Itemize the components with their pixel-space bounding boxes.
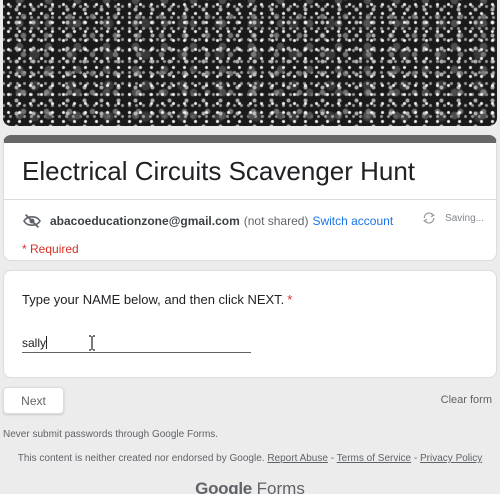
eye-off-icon [23, 213, 41, 229]
footer-separator: - [327, 453, 337, 464]
logo-forms-text: Forms [256, 479, 305, 494]
next-button[interactable]: Next [3, 387, 64, 414]
question-label: Type your NAME below, and then click NEX… [22, 292, 292, 307]
question-text: Type your NAME below, and then click NEX… [22, 292, 285, 307]
disclaimer-text: This content is neither created nor endo… [17, 453, 265, 464]
name-answer-input[interactable]: sally [22, 331, 251, 353]
password-warning: Never submit passwords through Google Fo… [3, 429, 219, 440]
footer-separator: - [411, 453, 421, 464]
terms-of-service-link[interactable]: Terms of Service [337, 453, 411, 464]
required-star: * [287, 292, 293, 307]
divider [4, 199, 496, 200]
required-note: * Required [22, 242, 79, 256]
account-row: abacoeducationzone@gmail.com (not shared… [22, 211, 484, 231]
not-shared-label: (not shared) [243, 214, 309, 228]
switch-account-link[interactable]: Switch account [312, 214, 393, 228]
footer-disclaimer: This content is neither created nor endo… [0, 453, 500, 464]
question-card: Type your NAME below, and then click NEX… [3, 270, 497, 378]
clear-form-button[interactable]: Clear form [441, 394, 492, 406]
account-email: abacoeducationzone@gmail.com [50, 214, 240, 228]
privacy-policy-link[interactable]: Privacy Policy [420, 453, 482, 464]
report-abuse-link[interactable]: Report Abuse [267, 453, 328, 464]
saving-label: Saving... [445, 212, 484, 224]
sync-icon [423, 212, 436, 224]
answer-value: sally [22, 336, 47, 350]
form-title: Electrical Circuits Scavenger Hunt [22, 156, 416, 186]
saving-status: Saving... [421, 211, 484, 225]
form-title-card: Electrical Circuits Scavenger Hunt abaco… [3, 135, 497, 261]
google-forms-logo[interactable]: Google Forms [0, 479, 500, 494]
text-cursor-icon [89, 335, 95, 351]
logo-google-text: Google [195, 479, 252, 494]
header-banner-image [3, 0, 497, 126]
text-caret [46, 336, 48, 349]
